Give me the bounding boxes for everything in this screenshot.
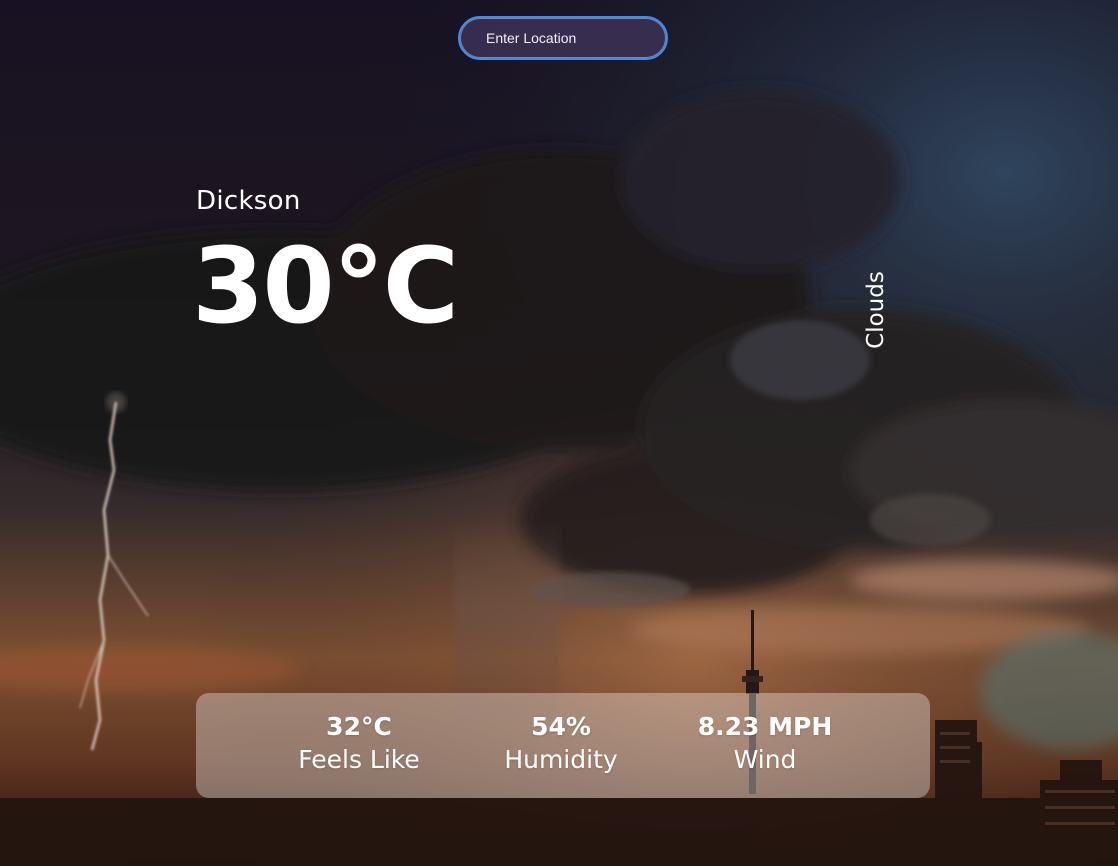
humidity-stat: 54% Humidity bbox=[461, 693, 661, 798]
feels-like-value: 32°C bbox=[326, 712, 392, 741]
location-search bbox=[458, 16, 668, 60]
weather-details-panel: 32°C Feels Like 54% Humidity 8.23 MPH Wi… bbox=[196, 693, 930, 798]
feels-like-stat: 32°C Feels Like bbox=[259, 693, 459, 798]
city-name: Dickson bbox=[196, 186, 301, 216]
wind-value: 8.23 MPH bbox=[697, 712, 833, 741]
wind-label: Wind bbox=[733, 745, 797, 774]
feels-like-label: Feels Like bbox=[298, 745, 420, 774]
current-temperature: 30°C bbox=[192, 225, 459, 347]
weather-condition: Clouds bbox=[863, 271, 889, 349]
wind-stat: 8.23 MPH Wind bbox=[665, 693, 865, 798]
humidity-label: Humidity bbox=[504, 745, 618, 774]
humidity-value: 54% bbox=[531, 712, 591, 741]
location-search-input[interactable] bbox=[458, 16, 668, 60]
